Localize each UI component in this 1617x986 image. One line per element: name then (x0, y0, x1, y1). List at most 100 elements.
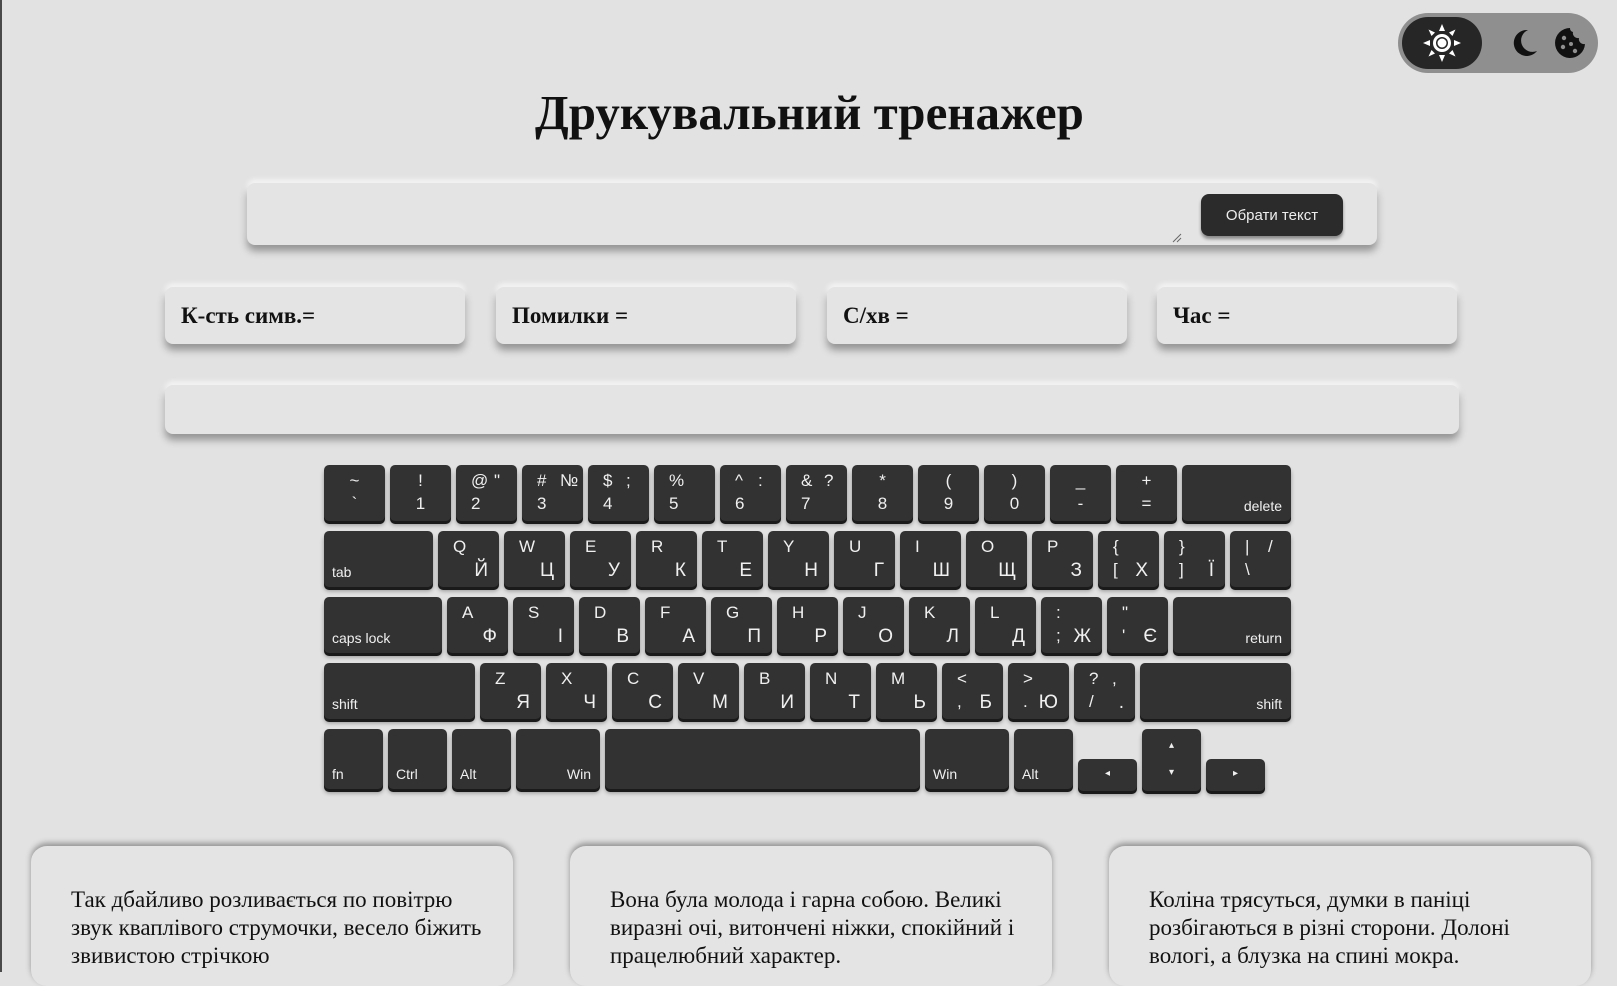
key-alt-left[interactable]: Alt (452, 729, 511, 789)
key-ctrl[interactable]: Ctrl (388, 729, 447, 789)
key-label: Win (933, 766, 958, 782)
key-alt-char: ? (824, 471, 834, 490)
key-0[interactable]: ) 0 (984, 465, 1045, 521)
key-lower-char: \ (1245, 560, 1250, 579)
key-B[interactable]: BИ (744, 663, 805, 719)
key-latin-char: # (537, 471, 547, 490)
key-shift[interactable]: shift (1140, 663, 1291, 719)
key-:[interactable]: :; Ж (1041, 597, 1102, 653)
key-9[interactable]: (9 (918, 465, 979, 521)
key-latin-char: & (801, 471, 813, 490)
stat-errors: Помилки = (496, 287, 796, 344)
sun-icon[interactable] (1402, 17, 1482, 69)
key-|[interactable]: | / \ (1230, 531, 1291, 587)
key-E[interactable]: EУ (570, 531, 631, 587)
key-shift[interactable]: shift (324, 663, 475, 719)
arrow-up-icon: ▴ (1168, 740, 1175, 751)
key-arrow-right[interactable]: ▸ (1206, 759, 1265, 791)
key-W[interactable]: WЦ (504, 531, 565, 587)
key-%[interactable]: % 5 (654, 465, 715, 521)
key-S[interactable]: SІ (513, 597, 574, 653)
key-X[interactable]: XЧ (546, 663, 607, 719)
choose-text-button[interactable]: Обрати текст (1201, 194, 1343, 236)
key-Z[interactable]: ZЯ (480, 663, 541, 719)
text-card[interactable]: Вона була молода і гарна собою. Великі в… (570, 846, 1052, 986)
key->[interactable]: >. Ю (1008, 663, 1069, 719)
key-main-char: - (1077, 494, 1084, 513)
key-caps-lock[interactable]: caps lock (324, 597, 442, 653)
key-shift-char: ~ (349, 471, 360, 490)
key-&[interactable]: &? 7 (786, 465, 847, 521)
resize-grip-icon[interactable] (1172, 233, 1182, 243)
key-M[interactable]: MЬ (876, 663, 937, 719)
key-latin-char: V (693, 669, 705, 688)
text-card[interactable]: Коліна трясуться, думки в паніці розбіга… (1109, 846, 1591, 986)
key-O[interactable]: OЩ (966, 531, 1027, 587)
cookie-icon[interactable] (1548, 17, 1592, 69)
key-Q[interactable]: QЙ (438, 531, 499, 587)
key-cyrillic-char: В (616, 626, 629, 647)
key-G[interactable]: GП (711, 597, 772, 653)
key-cyrillic-char: Х (1135, 560, 1148, 581)
key-K[interactable]: KЛ (909, 597, 970, 653)
key-cyrillic-char: Р (814, 626, 827, 647)
key-lower-char: . (1023, 692, 1028, 711)
key-R[interactable]: RК (636, 531, 697, 587)
key-`[interactable]: ~ ` (324, 465, 385, 521)
key--[interactable]: _ - (1050, 465, 1111, 521)
key-F[interactable]: FА (645, 597, 706, 653)
key-win-left[interactable]: Win (516, 729, 600, 789)
page-title: Друкувальний тренажер (535, 85, 1084, 140)
key-8[interactable]: * 8 (852, 465, 913, 521)
key-V[interactable]: VМ (678, 663, 739, 719)
key-lower-char: 3 (537, 494, 547, 513)
key-latin-char: Q (453, 537, 467, 556)
key-H[interactable]: HР (777, 597, 838, 653)
key-N[interactable]: NТ (810, 663, 871, 719)
key-win-right[interactable]: Win (925, 729, 1009, 789)
key-latin-char: J (858, 603, 867, 622)
stat-label: С/хв = (843, 302, 909, 328)
key-latin-char: L (990, 603, 1000, 622)
key-return[interactable]: return (1173, 597, 1291, 653)
key-fn[interactable]: fn (324, 729, 383, 789)
key-Y[interactable]: YН (768, 531, 829, 587)
theme-switch[interactable] (1398, 13, 1598, 73)
moon-icon[interactable] (1502, 17, 1546, 69)
key-tab[interactable]: tab (324, 531, 433, 587)
key-1[interactable]: ! 1 (390, 465, 451, 521)
key-=[interactable]: + = (1116, 465, 1177, 521)
key-<[interactable]: <, Б (942, 663, 1003, 719)
key-$[interactable]: $; 4 (588, 465, 649, 521)
key-latin-char: $ (603, 471, 613, 490)
key-^[interactable]: ^:6 (720, 465, 781, 521)
key-arrow-up-down[interactable]: ▴ ▾ (1142, 729, 1201, 791)
key-D[interactable]: DВ (579, 597, 640, 653)
key-A[interactable]: AФ (447, 597, 508, 653)
key-latin-char: I (915, 537, 920, 556)
key-"[interactable]: " ' Є (1107, 597, 1168, 653)
key-{[interactable]: {[Х (1098, 531, 1159, 587)
arrow-down-icon: ▾ (1168, 767, 1175, 778)
key-T[interactable]: TЕ (702, 531, 763, 587)
key-delete[interactable]: delete (1182, 465, 1291, 521)
key-L[interactable]: LД (975, 597, 1036, 653)
key-lower-char: 6 (735, 494, 745, 513)
key-I[interactable]: IШ (900, 531, 961, 587)
key-shift-char: _ (1075, 471, 1086, 490)
key-P[interactable]: PЗ (1032, 531, 1093, 587)
key-cyrillic-char: Я (516, 692, 530, 713)
key-C[interactable]: CС (612, 663, 673, 719)
text-card[interactable]: Так дбайливо розливається по повітрю зву… (31, 846, 513, 986)
key-arrow-left[interactable]: ◂ (1078, 759, 1137, 791)
virtual-keyboard: ~ `! 1 @ " 2 # № 3 $; 4% 5 ^:6 &? 7 * 8(9) 0 _ - + = delete tab… (324, 465, 1300, 795)
key-space[interactable] (605, 729, 920, 789)
key-cyrillic-char: Щ (998, 560, 1016, 581)
key-J[interactable]: JО (843, 597, 904, 653)
key-?[interactable]: ?, /. (1074, 663, 1135, 719)
key-@[interactable]: @ " 2 (456, 465, 517, 521)
key-}[interactable]: }] Ї (1164, 531, 1225, 587)
key-alt-right[interactable]: Alt (1014, 729, 1073, 789)
key-U[interactable]: UГ (834, 531, 895, 587)
key-#[interactable]: # № 3 (522, 465, 583, 521)
